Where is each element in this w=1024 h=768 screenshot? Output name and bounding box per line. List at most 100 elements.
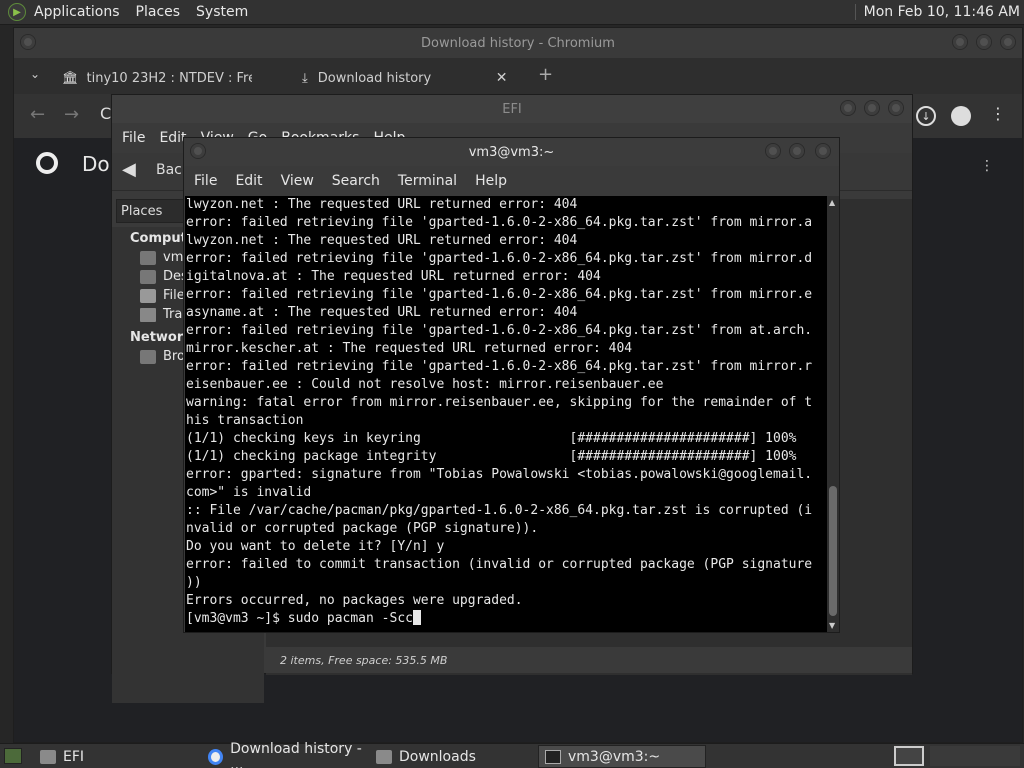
efi-menu-file[interactable]: File [122,130,145,146]
terminal-line: Errors occurred, no packages were upgrad… [186,593,523,608]
menu-system[interactable]: System [196,4,248,20]
download-icon: ⤓ [302,70,308,86]
terminal-line: mirror.kescher.at : The requested URL re… [186,341,633,356]
minimize-icon[interactable] [840,100,856,116]
terminal-window: vm3@vm3:~ File Edit View Search Terminal… [183,137,840,633]
menu-places[interactable]: Places [136,4,181,20]
terminal-line: (1/1) checking package integrity [######… [186,449,797,464]
terminal-line: :: File /var/cache/pacman/pkg/gparted-1.… [186,503,813,518]
terminal-line: error: failed retrieving file 'gparted-1… [186,287,813,302]
terminal-menu-edit[interactable]: Edit [235,173,262,189]
minimize-icon[interactable] [765,143,781,159]
show-desktop-icon[interactable] [4,748,22,764]
chromium-title: Download history - Chromium [421,35,615,51]
task-label: Download history - ... [230,740,362,768]
task-downloads[interactable]: Downloads [370,745,530,768]
taskbar: EFI Download history - ... Downloads vm3… [0,741,1024,768]
clock[interactable]: Mon Feb 10, 11:46 AM [854,4,1020,20]
efi-titlebar[interactable]: EFI [112,95,912,123]
terminal-line: com>" is invalid [186,485,312,500]
scrollbar-thumb[interactable] [829,486,837,616]
terminal-menu-file[interactable]: File [194,173,217,189]
task-chromium[interactable]: Download history - ... [202,741,367,768]
trash-icon [140,307,156,322]
places-label: Places [121,203,163,219]
close-icon[interactable] [815,143,831,159]
back-arrow-icon[interactable]: ◀ [122,159,136,180]
close-icon[interactable] [1000,34,1016,50]
terminal-menu-search[interactable]: Search [332,173,380,189]
task-label: vm3@vm3:~ [568,748,661,765]
back-arrow-icon[interactable]: ← [30,104,45,125]
tab-search-chevron-down-icon[interactable]: ⌄ [30,67,40,81]
efi-statusbar: 2 items, Free space: 535.5 MB [266,647,912,673]
terminal-line: eisenbauer.ee : Could not resolve host: … [186,377,664,392]
network-icon [140,349,156,364]
terminal-title: vm3@vm3:~ [468,144,555,160]
terminal-line: (1/1) checking keys in keyring [########… [186,431,797,446]
terminal-line: error: gparted: signature from "Tobias P… [186,467,813,482]
page-heading: Do [82,152,110,176]
page-kebab-menu-icon[interactable]: ⋮ [980,158,994,174]
terminal-line: his transaction [186,413,304,428]
window-menu-icon[interactable] [190,143,206,159]
sidebar-item-label: Bro [163,349,185,364]
task-label: EFI [63,748,85,765]
terminal-line: )) [186,575,202,590]
efi-title: EFI [502,101,522,117]
terminal-menu-terminal[interactable]: Terminal [398,173,457,189]
workspace-switcher-empty[interactable] [930,746,1020,766]
forward-arrow-icon[interactable]: → [64,104,79,125]
maximize-icon[interactable] [864,100,880,116]
close-icon[interactable] [888,100,904,116]
kebab-menu-icon[interactable]: ⋮ [990,104,1006,123]
desktop-folder-icon [140,269,156,284]
downloads-icon[interactable]: ↓ [916,106,936,126]
terminal-titlebar[interactable]: vm3@vm3:~ [184,138,839,166]
terminal-line: igitalnova.at : The requested URL return… [186,269,601,284]
terminal-line: error: failed retrieving file 'gparted-1… [186,323,813,338]
new-tab-plus-icon[interactable]: + [538,64,553,85]
chromium-titlebar[interactable]: Download history - Chromium [14,28,1022,58]
home-folder-icon [140,250,156,265]
distro-logo-icon[interactable]: ▶ [8,3,26,21]
terminal-line: error: failed retrieving file 'gparted-1… [186,251,813,266]
archive-org-icon: 🏛 [62,70,79,86]
filesystem-icon [140,288,156,303]
tab-close-icon[interactable]: ✕ [496,70,508,86]
profile-avatar-icon[interactable] [951,106,971,126]
task-terminal[interactable]: vm3@vm3:~ [538,745,706,768]
tab-strip: ⌄ 🏛 tiny10 23H2 : NTDEV : Free D ⤓ Downl… [14,58,1022,94]
terminal-line: nvalid or corrupted package (PGP signatu… [186,521,539,536]
chrome-logo-icon [36,152,58,174]
scroll-down-icon[interactable]: ▼ [829,621,835,630]
task-efi[interactable]: EFI [34,745,194,768]
sidebar-item-label: Tra [163,307,183,322]
top-panel: ▶ Applications Places System Mon Feb 10,… [0,0,1024,25]
maximize-icon[interactable] [976,34,992,50]
window-menu-icon[interactable] [20,34,36,50]
workspace-switcher-icon[interactable] [894,746,924,766]
reload-icon[interactable]: C [100,104,111,123]
terminal-line: lwyzon.net : The requested URL returned … [186,233,578,248]
tab-download-history-label: Download history [317,70,432,86]
tab-tiny10[interactable]: 🏛 tiny10 23H2 : NTDEV : Free D [62,64,282,92]
menu-applications[interactable]: Applications [34,4,120,20]
terminal-line: error: failed retrieving file 'gparted-1… [186,215,813,230]
task-label: Downloads [399,748,476,765]
text-cursor [412,610,421,625]
terminal-prompt-line[interactable]: [vm3@vm3 ~]$ sudo pacman -Scc [186,610,827,628]
scroll-up-icon[interactable]: ▲ [829,198,835,207]
maximize-icon[interactable] [789,143,805,159]
minimize-icon[interactable] [952,34,968,50]
tab-download-history[interactable]: ⤓ Download history ✕ [302,64,522,92]
terminal-line: lwyzon.net : The requested URL returned … [186,197,578,212]
terminal-prompt: [vm3@vm3 ~]$ sudo pacman -Scc [186,611,413,626]
terminal-scrollbar[interactable]: ▲ ▼ [827,196,839,632]
terminal-screen[interactable]: lwyzon.net : The requested URL returned … [185,196,827,632]
terminal-icon [545,749,561,764]
terminal-line: asyname.at : The requested URL returned … [186,305,578,320]
terminal-menu-view[interactable]: View [281,173,314,189]
terminal-menu-help[interactable]: Help [475,173,507,189]
terminal-line: error: failed retrieving file 'gparted-1… [186,359,813,374]
